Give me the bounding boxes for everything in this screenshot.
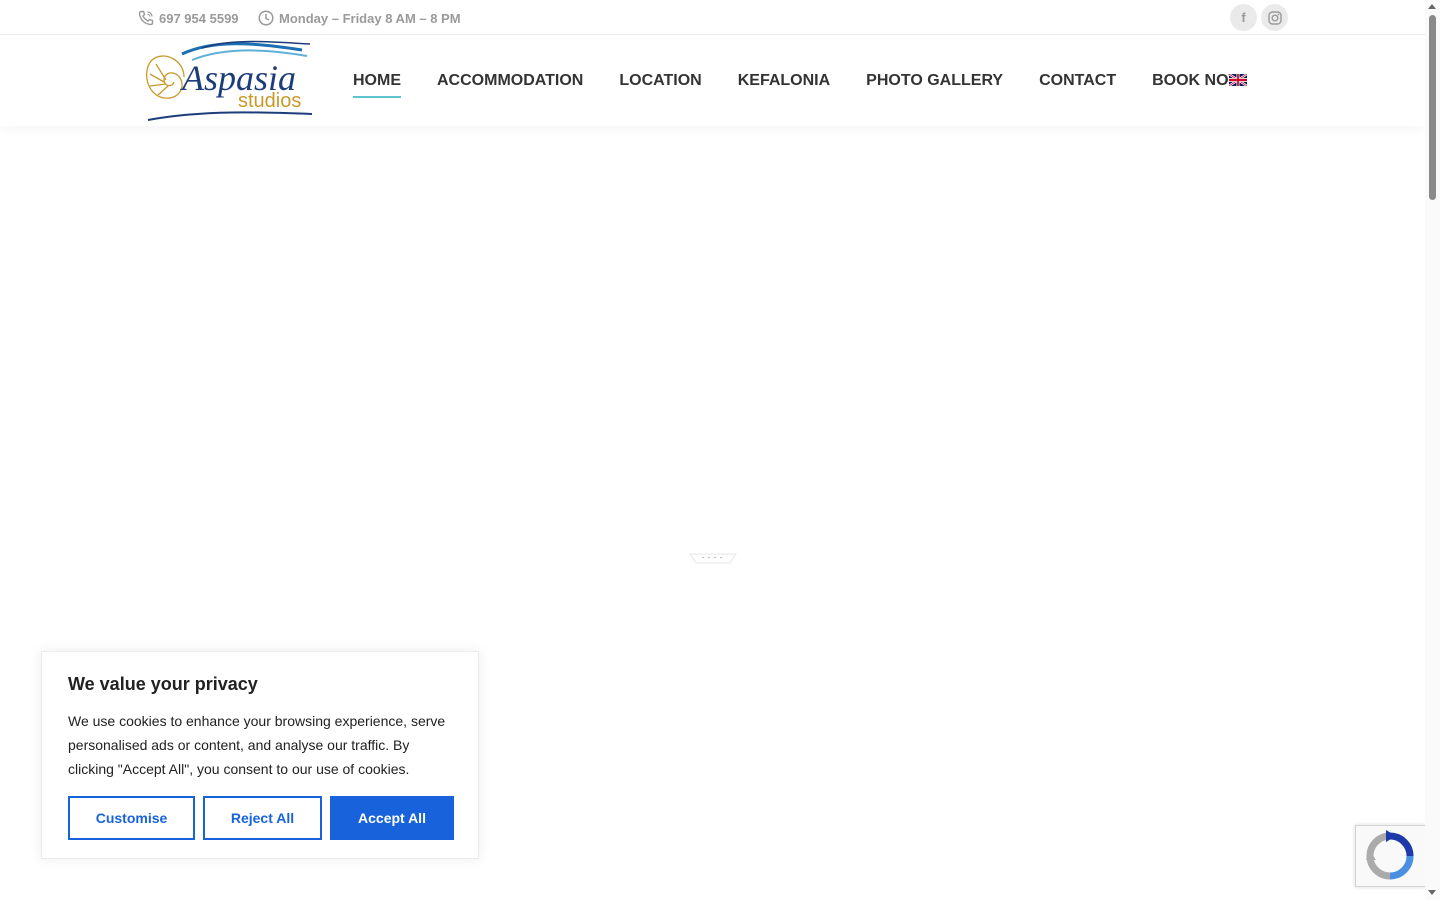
loading-spinner-icon xyxy=(689,553,737,564)
facebook-icon[interactable]: f xyxy=(1230,4,1257,31)
recaptcha-badge[interactable] xyxy=(1355,825,1425,887)
nav-item-home[interactable]: HOME xyxy=(353,72,401,98)
instagram-glyph-icon xyxy=(1267,10,1282,25)
phone-number: 697 954 5599 xyxy=(159,10,239,26)
customise-button[interactable]: Customise xyxy=(68,796,195,840)
uk-flag-icon[interactable] xyxy=(1229,74,1247,86)
nav-item-photo-gallery[interactable]: PHOTO GALLERY xyxy=(866,72,1003,96)
nav-item-contact[interactable]: CONTACT xyxy=(1039,72,1116,96)
business-hours: Monday – Friday 8 AM – 8 PM xyxy=(279,10,461,26)
scroll-down-arrow-icon[interactable] xyxy=(1428,890,1436,895)
nav-item-kefalonia[interactable]: KEFALONIA xyxy=(738,72,830,96)
instagram-icon[interactable] xyxy=(1261,4,1288,31)
cookie-description: We use cookies to enhance your browsing … xyxy=(68,713,446,777)
accept-all-button[interactable]: Accept All xyxy=(330,796,454,840)
site-logo[interactable]: Aspasia studios xyxy=(142,40,313,124)
cookie-title: We value your privacy xyxy=(68,674,258,694)
cookie-consent-banner: We value your privacy We use cookies to … xyxy=(41,651,479,859)
page-scrollbar[interactable] xyxy=(1425,0,1440,900)
phone-info[interactable]: 697 954 5599 xyxy=(138,10,239,26)
main-nav: HOME ACCOMMODATION LOCATION KEFALONIA PH… xyxy=(353,72,1280,98)
main-header: Aspasia studios HOME ACCOMMODATION LOCAT… xyxy=(0,36,1425,126)
clock-icon xyxy=(258,10,274,26)
scrollbar-thumb[interactable] xyxy=(1429,15,1436,200)
phone-icon xyxy=(138,10,154,26)
hours-info: Monday – Friday 8 AM – 8 PM xyxy=(258,10,461,26)
top-bar: 697 954 5599 Monday – Friday 8 AM – 8 PM… xyxy=(0,0,1425,35)
scroll-up-arrow-icon[interactable] xyxy=(1428,4,1436,9)
recaptcha-icon xyxy=(1366,830,1414,880)
reject-all-button[interactable]: Reject All xyxy=(203,796,322,840)
logo-graphic: Aspasia studios xyxy=(146,40,313,121)
nav-item-accommodation[interactable]: ACCOMMODATION xyxy=(437,72,583,96)
logo-text-studios: studios xyxy=(238,90,301,112)
nav-item-location[interactable]: LOCATION xyxy=(619,72,701,96)
